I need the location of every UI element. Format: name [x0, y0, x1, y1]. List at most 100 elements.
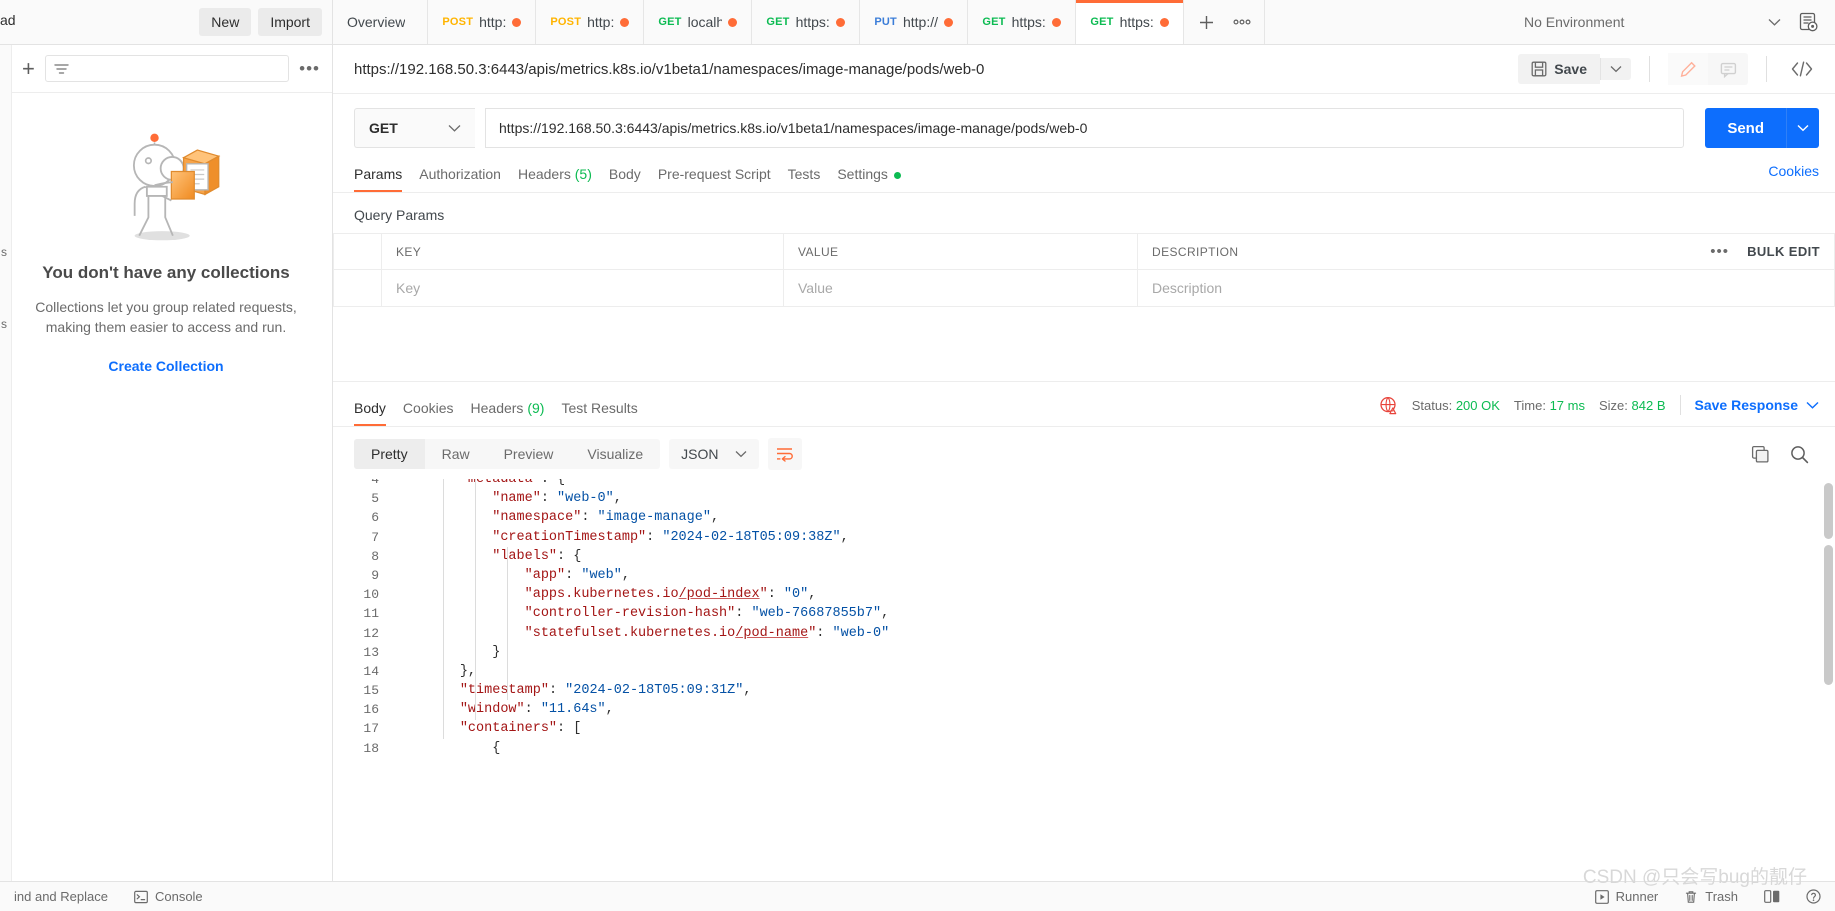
- response-body-code[interactable]: 4 "metadata": {5 "name": "web-0", 6 "name…: [333, 479, 1835, 881]
- format-selector[interactable]: JSON: [669, 439, 759, 469]
- floppy-disk-icon: [1531, 61, 1547, 77]
- tab-tests[interactable]: Tests: [788, 160, 838, 192]
- code-line: 15 "timestamp": "2024-02-18T05:09:31Z",: [333, 681, 1835, 700]
- table-header-row: KEY VALUE DESCRIPTION ••• Bulk Edit: [333, 233, 1835, 270]
- search-icon[interactable]: [1790, 445, 1809, 464]
- save-button[interactable]: Save: [1518, 54, 1600, 84]
- word-wrap-icon[interactable]: [767, 438, 802, 470]
- request-tab[interactable]: GET localhost: [644, 0, 753, 44]
- param-description-cell[interactable]: Description: [1137, 269, 1835, 307]
- send-options-button[interactable]: [1786, 108, 1819, 148]
- create-collection-link[interactable]: Create Collection: [108, 358, 223, 374]
- save-response-label: Save Response: [1694, 397, 1799, 413]
- help-circle-icon[interactable]: [1806, 889, 1821, 904]
- comment-icon[interactable]: [1708, 53, 1748, 85]
- trash-button[interactable]: Trash: [1684, 889, 1738, 904]
- topbar-left-group: ad New Import: [0, 0, 333, 44]
- tab-pre-request-script[interactable]: Pre-request Script: [658, 160, 788, 192]
- sidebar-more-icon[interactable]: •••: [299, 59, 320, 79]
- tab-label: Body: [608, 166, 641, 182]
- import-button[interactable]: Import: [258, 8, 322, 36]
- environment-selector[interactable]: No Environment: [1524, 14, 1787, 30]
- view-mode-raw[interactable]: Raw: [425, 439, 487, 469]
- line-number: 17: [363, 721, 379, 737]
- code-scrollbar-thumb[interactable]: [1824, 483, 1833, 539]
- runner-button[interactable]: Runner: [1594, 889, 1658, 904]
- code-text: "timestamp": "2024-02-18T05:09:31Z",: [459, 683, 752, 699]
- code-line: 16 "window": "11.64s",: [333, 700, 1835, 719]
- tab-label: Tests: [787, 166, 821, 182]
- save-response-button[interactable]: Save Response: [1695, 397, 1820, 413]
- code-text: "creationTimestamp": "2024-02-18T05:09:3…: [492, 529, 849, 545]
- console-button[interactable]: Console: [134, 889, 203, 904]
- two-pane-icon[interactable]: [1764, 890, 1780, 903]
- status-value: 200 OK: [1455, 397, 1500, 413]
- send-button[interactable]: Send: [1705, 108, 1786, 148]
- toolbar-divider-2: [1766, 56, 1767, 82]
- param-value-cell[interactable]: Value: [783, 269, 1138, 307]
- tab-params[interactable]: Params: [354, 160, 419, 192]
- code-brackets-icon[interactable]: [1785, 61, 1819, 77]
- request-tab[interactable]: POST http://lo: [428, 0, 537, 44]
- url-row: GET Send: [333, 94, 1835, 148]
- line-number: 16: [363, 702, 379, 718]
- rail-label[interactable]: s: [1, 317, 7, 331]
- globe-warning-icon[interactable]: [1379, 396, 1398, 415]
- column-header-value: VALUE: [783, 233, 1138, 270]
- response-tab-body[interactable]: Body: [354, 394, 403, 426]
- view-mode-preview[interactable]: Preview: [487, 439, 571, 469]
- indent-guide: [475, 479, 476, 720]
- ellipsis-icon[interactable]: [1224, 0, 1260, 44]
- view-mode-visualize[interactable]: Visualize: [570, 439, 660, 469]
- response-tab-cookies[interactable]: Cookies: [403, 394, 471, 426]
- main-area: s s + ••• You don't have any collections…: [0, 45, 1835, 881]
- tab-headers[interactable]: Headers (5): [518, 160, 609, 192]
- postman-app: ad New Import Overview POST http://lo PO…: [0, 0, 1835, 911]
- copy-icon[interactable]: [1751, 445, 1770, 464]
- request-tab[interactable]: GET https://19: [968, 0, 1077, 44]
- rail-label[interactable]: s: [1, 245, 7, 259]
- tab-method: GET: [766, 16, 790, 28]
- save-options-button[interactable]: [1600, 58, 1631, 80]
- line-number: 6: [371, 510, 379, 526]
- response-tab-headers[interactable]: Headers (9): [471, 394, 562, 426]
- code-scrollbar-track[interactable]: [1824, 483, 1833, 539]
- tab-settings[interactable]: Settings: [837, 160, 918, 192]
- send-button-group: Send: [1705, 108, 1819, 148]
- tab-body[interactable]: Body: [609, 160, 658, 192]
- url-input[interactable]: [485, 108, 1685, 148]
- row-checkbox-cell[interactable]: [333, 269, 382, 307]
- request-tab[interactable]: GET https://fu: [752, 0, 861, 44]
- params-more-icon[interactable]: •••: [1710, 243, 1729, 260]
- plus-icon[interactable]: [1188, 0, 1224, 44]
- sidebar-rail-labels: s s: [0, 45, 12, 881]
- cookies-link[interactable]: Cookies: [1768, 163, 1819, 189]
- tab-overview[interactable]: Overview: [333, 0, 429, 44]
- line-number: 10: [363, 587, 379, 603]
- tabstrip-actions: [1184, 0, 1266, 44]
- add-collection-icon[interactable]: +: [22, 57, 35, 80]
- new-button[interactable]: New: [199, 8, 252, 36]
- view-mode-pretty[interactable]: Pretty: [354, 439, 425, 469]
- method-selector[interactable]: GET: [354, 108, 475, 148]
- bulk-edit-button[interactable]: Bulk Edit: [1747, 244, 1820, 259]
- request-tab-active[interactable]: GET https://19: [1076, 0, 1185, 44]
- param-key-cell[interactable]: Key: [381, 269, 784, 307]
- table-row: Key Value Description: [333, 269, 1835, 307]
- request-tab[interactable]: PUT http://loc: [860, 0, 969, 44]
- response-meta: Status: 200 OK Time: 17 ms Size: 842 B S…: [1379, 395, 1819, 425]
- pencil-icon[interactable]: [1668, 53, 1708, 85]
- code-scrollbar-thumb-secondary[interactable]: [1824, 545, 1833, 685]
- method-label: GET: [369, 120, 398, 136]
- tab-authorization[interactable]: Authorization: [419, 160, 518, 192]
- environment-area: No Environment: [1500, 0, 1835, 44]
- request-tab[interactable]: POST http://lo: [536, 0, 645, 44]
- filter-input[interactable]: [44, 55, 290, 82]
- find-and-replace-button[interactable]: ind and Replace: [14, 889, 108, 904]
- request-title[interactable]: https://192.168.50.3:6443/apis/metrics.k…: [354, 61, 1508, 78]
- request-config-tabs: Params Authorization Headers (5) Body Pr…: [333, 148, 1835, 193]
- time-value: 17 ms: [1549, 397, 1585, 413]
- eye-list-icon[interactable]: [1797, 11, 1819, 33]
- response-tab-test-results[interactable]: Test Results: [561, 394, 654, 426]
- code-line: 9 "app": "web",: [333, 566, 1835, 585]
